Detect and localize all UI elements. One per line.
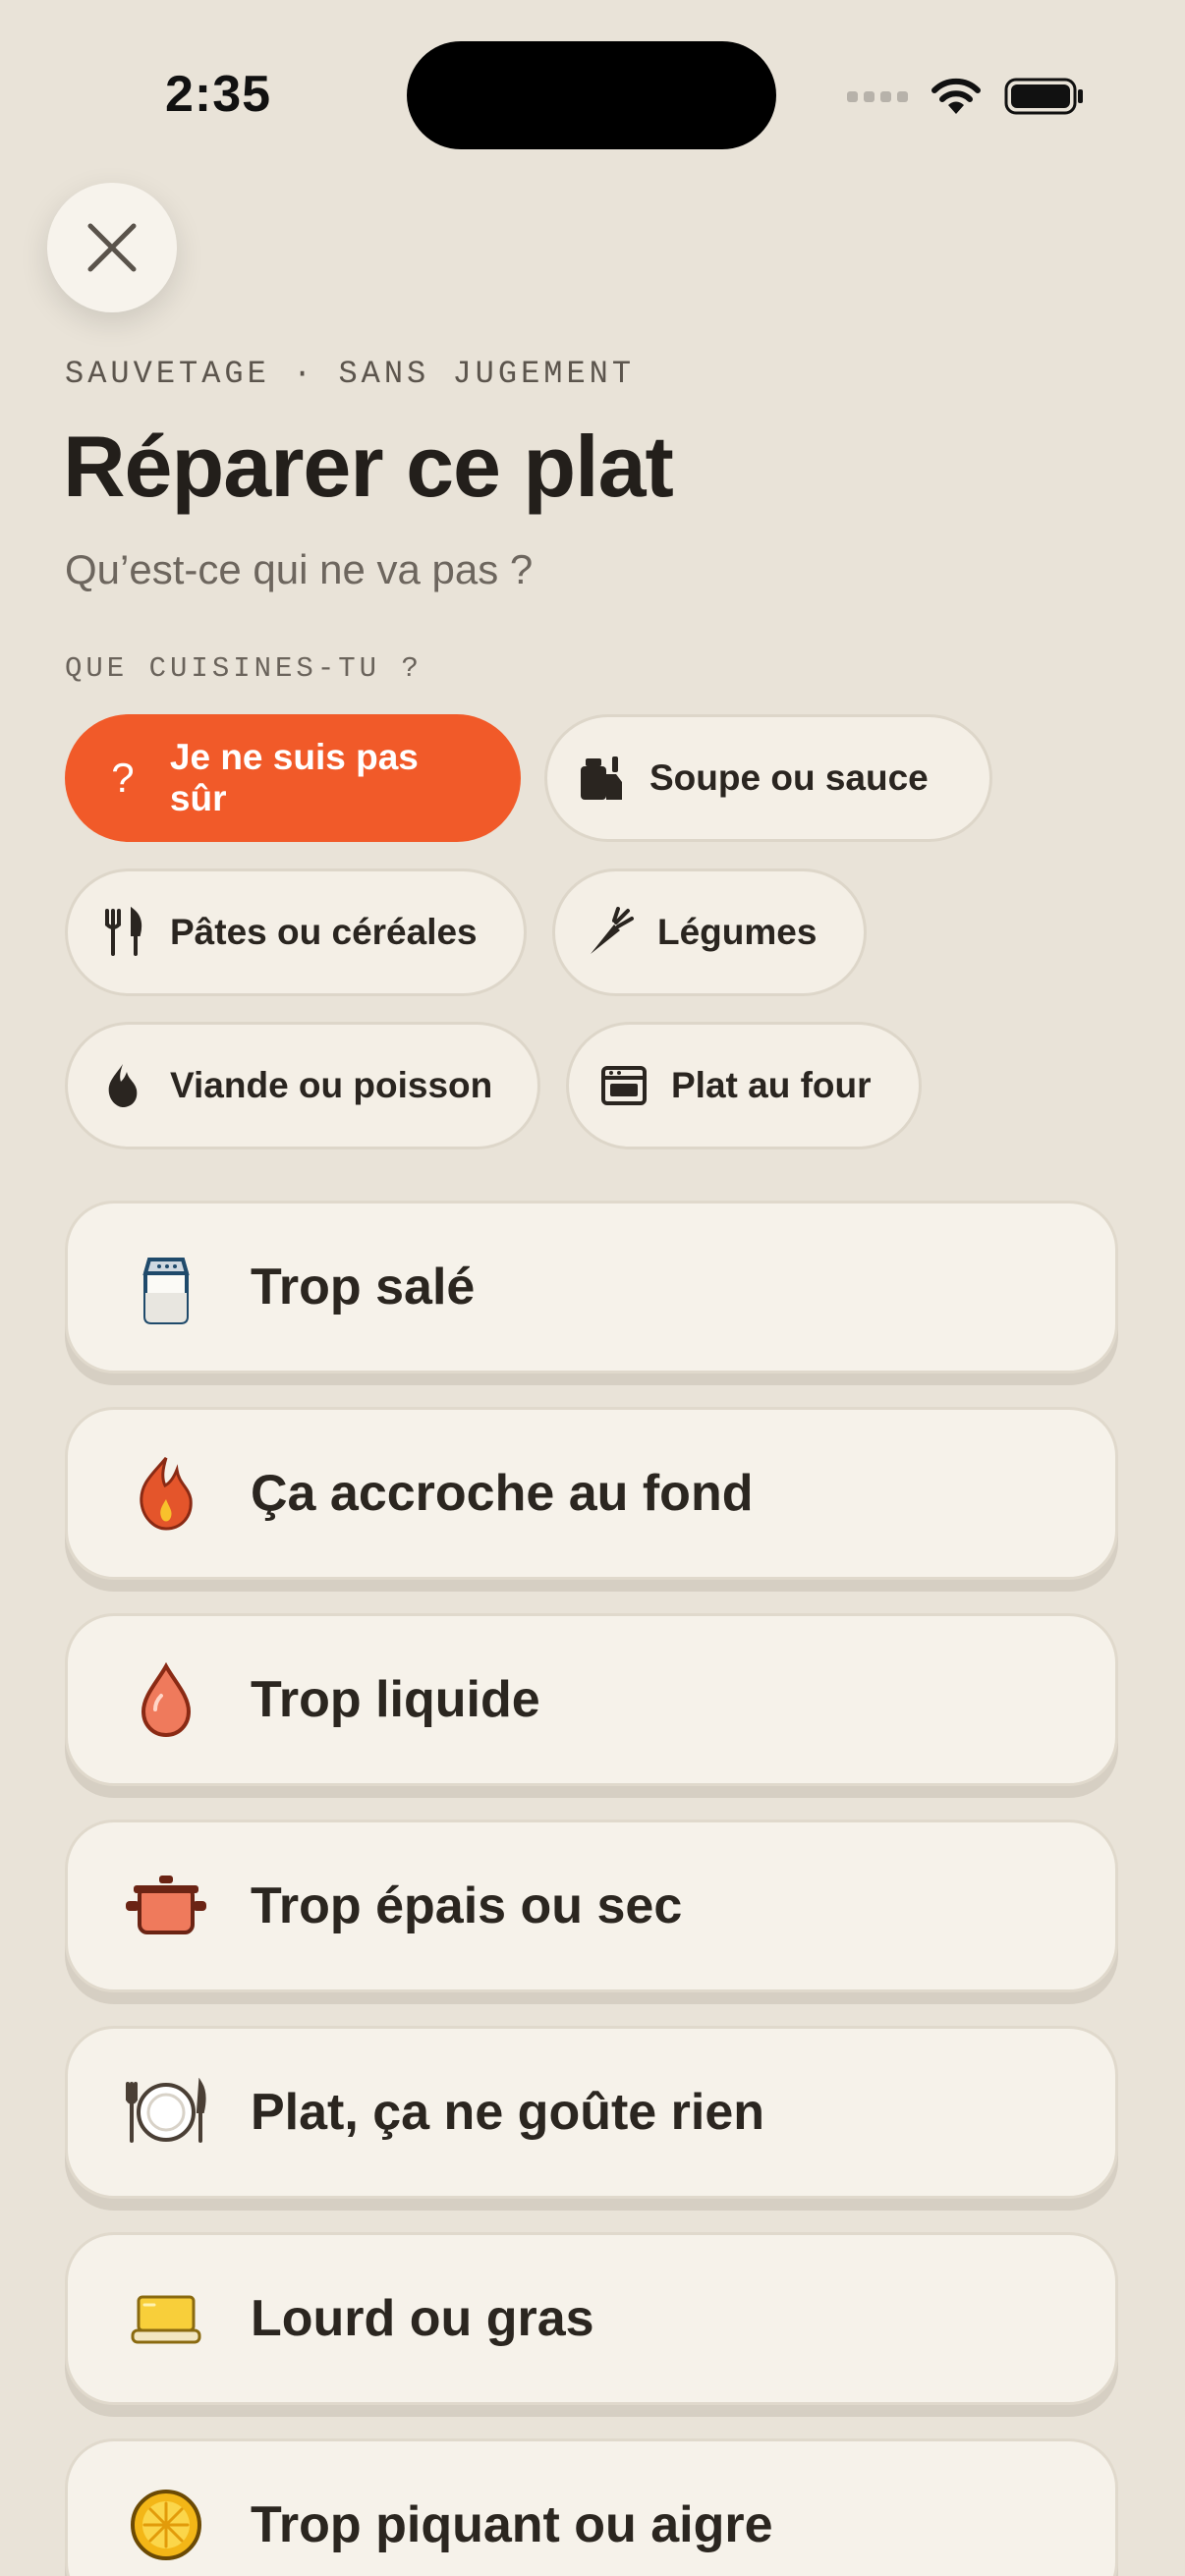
battery-icon <box>1004 77 1085 116</box>
problem-heavy-greasy[interactable]: Lourd ou gras <box>65 2232 1118 2405</box>
chip-meat-fish[interactable]: Viande ou poisson <box>65 1022 540 1149</box>
dynamic-island <box>407 41 776 149</box>
plate-icon <box>119 2065 213 2159</box>
chip-vegetables[interactable]: Légumes <box>552 868 867 996</box>
close-icon <box>87 223 137 272</box>
chip-label: Je ne suis pas sûr <box>169 737 419 818</box>
page-subtitle: Qu’est-ce qui ne va pas ? <box>65 546 534 592</box>
chip-label: Pâtes ou céréales <box>170 912 478 952</box>
close-button[interactable] <box>47 183 177 312</box>
pot-icon <box>577 753 628 804</box>
problem-label: Trop salé <box>251 1259 476 1316</box>
question-icon: ? <box>111 755 135 801</box>
flame-icon <box>97 1060 148 1111</box>
butter-icon <box>119 2271 213 2366</box>
chip-pasta-grains[interactable]: Pâtes ou céréales <box>65 868 527 996</box>
status-icons <box>847 73 1085 120</box>
eyebrow-label: SAUVETAGE · SANS JUGEMENT <box>65 356 636 392</box>
chip-oven-dish[interactable]: Plat au four <box>566 1022 922 1149</box>
citrus-icon <box>119 2478 213 2572</box>
problem-too-thick[interactable]: Trop épais ou sec <box>65 1820 1118 1992</box>
problem-too-liquid[interactable]: Trop liquide <box>65 1613 1118 1786</box>
problem-label: Trop piquant ou aigre <box>251 2496 773 2553</box>
chip-not-sure[interactable]: ? Je ne suis pas sûr <box>65 714 521 842</box>
problem-bland[interactable]: Plat, ça ne goûte rien <box>65 2026 1118 2199</box>
droplet-icon <box>119 1652 213 1747</box>
wifi-icon <box>930 77 983 116</box>
chip-label: Plat au four <box>671 1065 872 1105</box>
salt-shaker-icon <box>119 1240 213 1334</box>
problem-too-salty[interactable]: Trop salé <box>65 1201 1118 1373</box>
problem-label: Lourd ou gras <box>251 2290 594 2347</box>
chip-label: Soupe ou sauce <box>649 757 929 798</box>
problem-label: Trop liquide <box>251 1671 540 1728</box>
problem-label: Ça accroche au fond <box>251 1465 754 1522</box>
signal-icon <box>847 90 908 102</box>
fix-dish-screen: 2:35 SAUVETAGE · SANS JUGEMENT Réparer c… <box>0 0 1185 2576</box>
chip-label: Légumes <box>657 912 818 952</box>
chip-label: Viande ou poisson <box>170 1065 493 1105</box>
fork-knife-icon <box>97 907 148 958</box>
pot-icon <box>119 1859 213 1953</box>
problem-label: Trop épais ou sec <box>251 1877 683 1934</box>
problem-too-spicy-sour[interactable]: Trop piquant ou aigre <box>65 2438 1118 2576</box>
page-title: Réparer ce plat <box>63 418 674 515</box>
carrot-icon <box>585 907 636 958</box>
problem-label: Plat, ça ne goûte rien <box>251 2084 765 2141</box>
problem-sticking-bottom[interactable]: Ça accroche au fond <box>65 1407 1118 1580</box>
fire-icon <box>119 1446 213 1540</box>
oven-icon <box>598 1060 649 1111</box>
status-time: 2:35 <box>165 66 272 123</box>
cuisine-section-label: QUE CUISINES-TU ? <box>65 652 423 685</box>
chip-soup-sauce[interactable]: Soupe ou sauce <box>544 714 992 842</box>
